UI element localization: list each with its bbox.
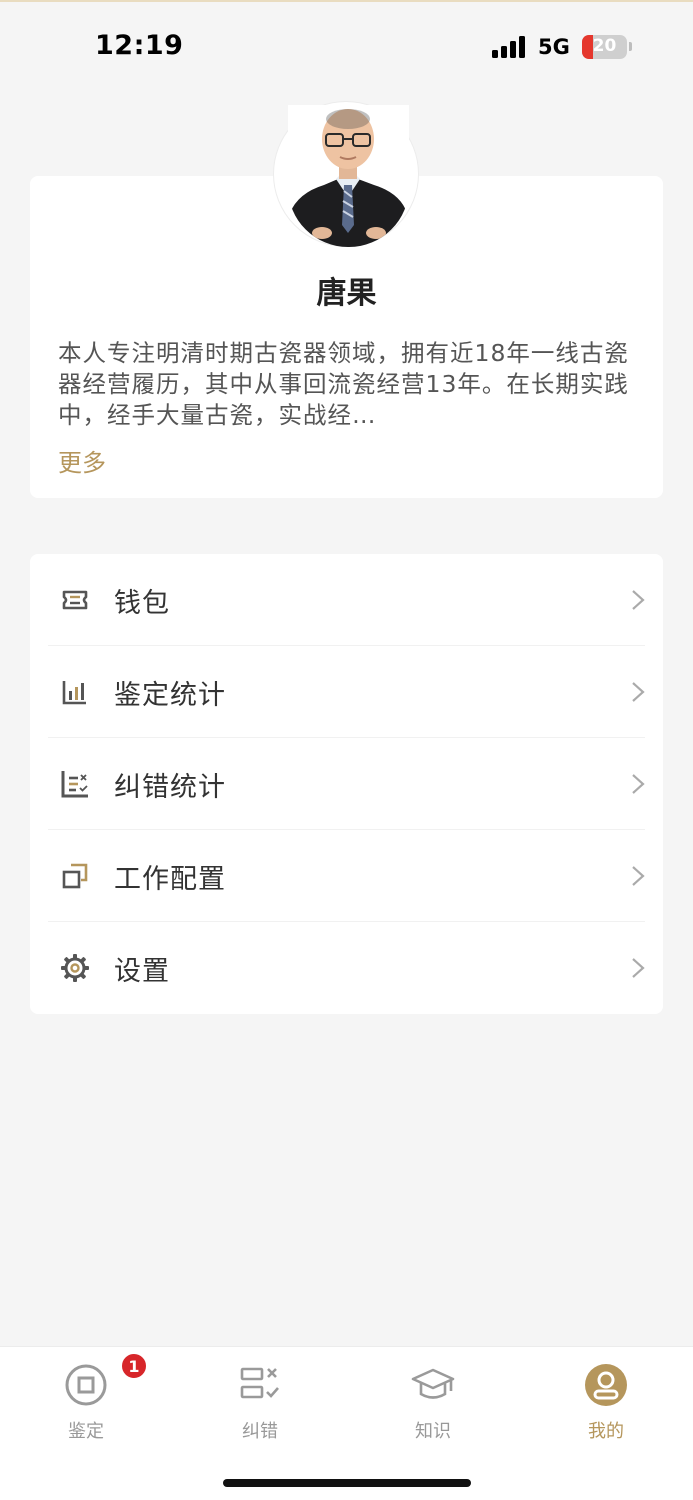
correction-stats-icon	[61, 771, 88, 798]
graduation-cap-icon	[411, 1368, 455, 1399]
tab-label: 纠错	[242, 1421, 278, 1442]
menu-item-label: 钱包	[114, 587, 170, 619]
menu-item-label: 鉴定统计	[114, 679, 226, 711]
settings-menu: 钱包 鉴定统计 纠错统计 工作配置 设置	[30, 554, 663, 1014]
chevron-right-icon	[632, 590, 645, 610]
menu-item-label: 设置	[114, 955, 170, 987]
signal-icon	[492, 36, 528, 58]
menu-item-label: 工作配置	[114, 863, 226, 895]
battery-tip	[629, 42, 632, 51]
chevron-right-icon	[632, 866, 645, 886]
overlap-squares-icon	[62, 863, 88, 889]
menu-item-settings[interactable]: 设置	[30, 922, 663, 1014]
menu-item-wallet[interactable]: 钱包	[30, 554, 663, 646]
battery-level: 20	[592, 36, 617, 56]
status-time: 12:19	[95, 30, 184, 61]
tab-label: 鉴定	[68, 1421, 104, 1442]
chevron-right-icon	[632, 958, 645, 978]
profile-bio: 本人专注明清时期古瓷器领域，拥有近18年一线古瓷器经营履历，其中从事回流瓷经营1…	[58, 339, 629, 429]
tab-label: 我的	[588, 1421, 624, 1442]
profile-name: 唐果	[316, 276, 377, 311]
tab-label: 知识	[415, 1421, 451, 1442]
tab-correction[interactable]: 纠错	[200, 1347, 320, 1457]
tab-appraisal[interactable]: 1 鉴定	[26, 1347, 147, 1457]
user-icon	[585, 1364, 627, 1406]
tab-bar: 1 鉴定 纠错 知识 我的	[0, 1346, 693, 1500]
battery-icon: 20	[582, 35, 627, 59]
network-type: 5G	[538, 35, 570, 59]
bio-more-link[interactable]: 更多	[58, 443, 106, 478]
coin-icon	[65, 1364, 107, 1406]
chevron-right-icon	[632, 774, 645, 794]
avatar[interactable]	[288, 105, 409, 247]
tab-knowledge[interactable]: 知识	[373, 1347, 493, 1457]
menu-item-work-config[interactable]: 工作配置	[30, 830, 663, 922]
menu-item-correction-stats[interactable]: 纠错统计	[30, 738, 663, 830]
chevron-right-icon	[632, 682, 645, 702]
list-check-icon	[240, 1367, 279, 1399]
home-indicator[interactable]	[223, 1479, 471, 1487]
wallet-icon	[62, 590, 88, 610]
bar-chart-icon	[62, 681, 86, 705]
status-bar: 12:19 5G 20	[0, 0, 693, 90]
menu-item-appraisal-stats[interactable]: 鉴定统计	[30, 646, 663, 738]
menu-item-label: 纠错统计	[114, 771, 226, 803]
gear-icon	[61, 954, 89, 982]
notification-badge: 1	[121, 1353, 147, 1379]
tab-mine[interactable]: 我的	[546, 1347, 666, 1457]
